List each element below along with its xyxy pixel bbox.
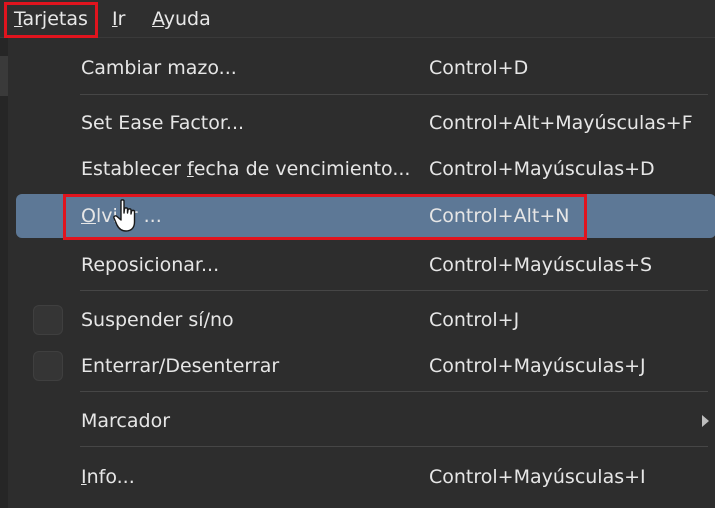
menu-item-reposicionar[interactable]: Reposicionar... Control+Mayúsculas+S: [16, 243, 715, 287]
label-part: echa de vencimiento...: [193, 158, 411, 180]
menu-separator: [80, 446, 708, 447]
menu-separator: [80, 290, 708, 291]
menu-item-enterrar[interactable]: Enterrar/Desenterrar Control+Mayúsculas+…: [16, 344, 715, 388]
checkbox-icon[interactable]: [33, 351, 63, 381]
background-tab: [0, 56, 8, 96]
menu-item-label: Cambiar mazo...: [81, 57, 237, 79]
menu-item-shortcut: Control+J: [429, 309, 520, 331]
menu-item-establecer-fecha[interactable]: Establecer fecha de vencimiento... Contr…: [16, 147, 715, 191]
menu-item-label: Info...: [81, 455, 135, 499]
menu-item-shortcut: Control+Mayúsculas+S: [429, 254, 653, 276]
menu-item-label: Suspender sí/no: [81, 309, 234, 331]
checkbox-icon[interactable]: [33, 305, 63, 335]
menu-item-label: Establecer fecha de vencimiento...: [81, 147, 410, 191]
menu-ir-label: r: [117, 8, 126, 30]
label-mnemonic: f: [187, 158, 194, 180]
menu-item-label: Set Ease Factor...: [81, 112, 245, 134]
submenu-arrow-icon: [702, 415, 709, 427]
menu-ayuda[interactable]: Ayuda: [144, 0, 219, 38]
menu-ir[interactable]: Ir: [104, 0, 133, 38]
menu-ayuda-label: yuda: [163, 8, 211, 30]
menu-item-cambiar-mazo[interactable]: Cambiar mazo... Control+D: [16, 46, 715, 90]
label-mnemonic: O: [81, 205, 96, 227]
menu-separator: [80, 94, 708, 95]
menu-tarjetas[interactable]: Tarjetas: [6, 0, 96, 38]
tarjetas-dropdown-menu: Cambiar mazo... Control+D Set Ease Facto…: [8, 38, 715, 508]
menu-tarjetas-label: arjetas: [22, 8, 88, 30]
menu-item-shortcut: Control+Mayúsculas+J: [429, 355, 646, 377]
menu-item-set-ease-factor[interactable]: Set Ease Factor... Control+Alt+Mayúscula…: [16, 101, 715, 145]
menu-item-label: Reposicionar...: [81, 254, 220, 276]
menu-item-shortcut: Control+Mayúsculas+I: [429, 466, 646, 488]
menu-item-shortcut: Control+Alt+Mayúsculas+F: [429, 112, 693, 134]
menu-item-shortcut: Control+Mayúsculas+D: [429, 158, 655, 180]
label-part: Establecer: [81, 158, 188, 180]
label-part: nfo...: [86, 466, 135, 488]
menu-item-shortcut: Control+Alt+N: [429, 205, 570, 227]
menu-separator: [80, 391, 708, 392]
menu-item-marcador[interactable]: Marcador: [16, 399, 715, 443]
menu-item-suspender[interactable]: Suspender sí/no Control+J: [16, 298, 715, 342]
hand-pointer-cursor-icon: [113, 199, 136, 232]
menubar: Tarjetas Ir Ayuda: [0, 0, 715, 38]
menu-item-label: Marcador: [81, 410, 171, 432]
menu-item-label: Enterrar/Desenterrar: [81, 355, 280, 377]
menu-ayuda-mnemonic: A: [152, 8, 164, 30]
background-window-edge: [0, 38, 8, 508]
menu-item-info[interactable]: Info... Control+Mayúsculas+I: [16, 455, 715, 499]
menu-item-shortcut: Control+D: [429, 57, 529, 79]
